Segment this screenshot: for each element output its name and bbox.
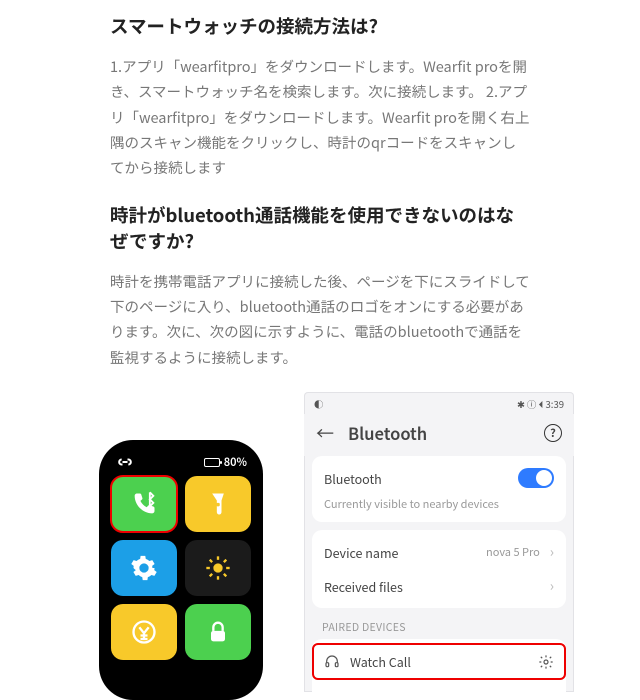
- tile-lock[interactable]: [185, 604, 251, 660]
- tile-bt-call[interactable]: [111, 476, 177, 532]
- received-files-label: Received files: [324, 577, 403, 596]
- watch-body: 80%: [99, 440, 263, 700]
- paired-device-t7[interactable]: T7: [312, 690, 566, 692]
- received-files-row[interactable]: Received files ›: [324, 574, 554, 598]
- illustrations: 80%: [18, 392, 622, 700]
- device-info-card: Device name nova 5 Pro › Received files ›: [312, 530, 566, 608]
- faq1-answer: 1.アプリ「wearfitpro」をダウンロードします。Wearfit proを…: [18, 54, 622, 181]
- battery-indicator: 80%: [204, 454, 247, 470]
- gear-icon[interactable]: [538, 654, 554, 670]
- link-icon: [115, 455, 135, 469]
- chevron-right-icon: ›: [550, 576, 554, 596]
- device-label: Watch Call: [350, 652, 411, 671]
- tile-flashlight[interactable]: [185, 476, 251, 532]
- tile-money[interactable]: [111, 604, 177, 660]
- bt-toggle-label: Bluetooth: [324, 469, 382, 488]
- bt-toggle-card: Bluetooth Currently visible to nearby de…: [312, 456, 566, 522]
- faq1-question: スマートウォッチの接続方法は?: [18, 14, 622, 40]
- device-name-row[interactable]: Device name nova 5 Pro ›: [324, 540, 554, 564]
- watch-illustration: 80%: [86, 440, 276, 700]
- device-name-value: nova 5 Pro: [486, 544, 540, 560]
- visibility-hint: Currently visible to nearby devices: [324, 496, 554, 512]
- status-left: ◐: [314, 397, 324, 411]
- tile-settings[interactable]: [111, 540, 177, 596]
- paired-device-watch-call[interactable]: Watch Call: [312, 643, 566, 680]
- phone-statusbar: ◐ ✱ ⓘ ⏴ 3:39: [304, 392, 574, 414]
- help-icon[interactable]: ?: [544, 424, 562, 442]
- tile-brightness[interactable]: [185, 540, 251, 596]
- faq2-answer: 時計を携帯電話アプリに接続した後、ページを下にスライドして下のページに入り、bl…: [18, 269, 622, 371]
- paired-devices-card: Watch Call T7 MT3_Audio Show more ⌄: [312, 639, 566, 692]
- phone-header: ← Bluetooth ?: [304, 414, 574, 456]
- watch-tiles: [111, 476, 251, 660]
- watch-statusbar: 80%: [111, 452, 251, 476]
- device-name-label: Device name: [324, 543, 398, 562]
- faq2-question: 時計がbluetooth通話機能を使用できないのはなぜですか?: [18, 203, 622, 255]
- bt-toggle[interactable]: [518, 468, 554, 488]
- paired-label: PAIRED DEVICES: [304, 616, 574, 639]
- page-title: Bluetooth: [348, 421, 544, 445]
- status-right: ✱ ⓘ ⏴ 3:39: [517, 397, 564, 411]
- headset-icon: [324, 654, 340, 670]
- back-icon[interactable]: ←: [316, 420, 334, 446]
- phone-illustration: ◐ ✱ ⓘ ⏴ 3:39 ← Bluetooth ? Bluetooth Cur…: [304, 392, 574, 692]
- chevron-right-icon: ›: [550, 542, 554, 562]
- battery-label: 80%: [224, 454, 247, 470]
